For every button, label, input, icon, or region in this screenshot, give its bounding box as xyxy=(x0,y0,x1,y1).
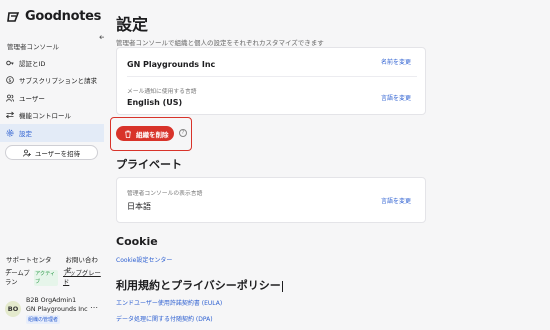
page-subtitle: 管理者コンソールで組織と個人の設定をそれぞれカスタマイズできます xyxy=(116,39,324,47)
svg-text:$: $ xyxy=(8,78,11,84)
page-title: 設定 xyxy=(116,15,149,34)
key-icon xyxy=(6,59,14,67)
email-lang-value: English (US) xyxy=(127,98,183,107)
terms-heading-text: 利用規約とプライバシーポリシー xyxy=(116,279,281,292)
sidebar-item-subscription[interactable]: $ サブスクリプションと請求 xyxy=(0,72,104,90)
change-email-lang-link[interactable]: 言語を変更 xyxy=(381,93,411,102)
more-options-icon[interactable]: ⋯ xyxy=(90,303,98,312)
delete-org-button[interactable]: 組織を削除 xyxy=(116,126,174,141)
avatar: BO xyxy=(5,301,21,317)
divider xyxy=(127,76,417,77)
upgrade-link[interactable]: アップグレード xyxy=(63,269,101,287)
sidebar-nav: 認証とID $ サブスクリプションと請求 ユーザー 機能コントロール 設定 xyxy=(0,54,104,142)
cookie-heading: Cookie xyxy=(116,235,158,248)
terms-heading: 利用規約とプライバシーポリシー xyxy=(116,277,283,293)
sidebar: Goodnotes ← 管理者コンソール 認証とID $ サブスクリプションと請… xyxy=(0,0,107,330)
plan-status-badge: アクティブ xyxy=(34,270,58,286)
plan-info: チームプラン アクティブ アップグレード xyxy=(0,268,104,290)
sidebar-item-settings[interactable]: 設定 xyxy=(0,124,104,142)
sidebar-item-users[interactable]: ユーザー xyxy=(0,89,104,107)
sidebar-item-label: サブスクリプションと請求 xyxy=(19,77,97,86)
user-org: GN Playgrounds Inc xyxy=(26,306,88,313)
plan-name: チームプラン xyxy=(5,270,30,286)
eula-link[interactable]: エンドユーザー使用許諾契約書 (EULA) xyxy=(116,298,222,307)
delete-org-label: 組織を削除 xyxy=(136,130,169,139)
add-user-icon xyxy=(22,149,31,157)
admin-lang-value: 日本語 xyxy=(127,202,151,211)
main-content: 設定 管理者コンソールで組織と個人の設定をそれぞれカスタマイズできます GN P… xyxy=(104,0,550,330)
sidebar-item-label: 設定 xyxy=(19,129,32,138)
change-admin-lang-link[interactable]: 言語を変更 xyxy=(381,196,411,205)
toggle-icon xyxy=(6,111,14,119)
cookie-settings-link[interactable]: Cookie設定センター xyxy=(116,255,172,264)
private-settings-card: 管理者コンソールの表示言語 日本語 言語を変更 xyxy=(116,177,426,223)
invite-user-button[interactable]: ユーザーを招待 xyxy=(5,145,98,160)
admin-lang-label: 管理者コンソールの表示言語 xyxy=(127,191,203,197)
brand-logo[interactable]: Goodnotes xyxy=(7,9,101,24)
trash-icon xyxy=(125,130,131,138)
users-icon xyxy=(6,94,14,102)
user-name: B2B OrgAdmin1 xyxy=(26,297,77,304)
org-name: GN Playgrounds Inc xyxy=(127,60,216,69)
delete-org-highlight: 組織を削除 ? xyxy=(110,117,192,151)
user-account[interactable]: BO B2B OrgAdmin1 GN Playgrounds Inc 組織の管… xyxy=(0,293,104,330)
gear-icon xyxy=(6,129,14,137)
email-lang-label: メール通知に使用する言語 xyxy=(127,89,197,95)
dollar-icon: $ xyxy=(6,76,14,84)
text-cursor xyxy=(281,280,283,292)
sidebar-section-label: 管理者コンソール xyxy=(7,43,59,51)
sidebar-item-label: ユーザー xyxy=(19,94,45,103)
goodnotes-logo-icon xyxy=(7,11,20,22)
sidebar-item-auth[interactable]: 認証とID xyxy=(0,54,104,72)
dpa-link[interactable]: データ処理に関する付随契約 (DPA) xyxy=(116,314,213,323)
private-heading: プライベート xyxy=(116,158,182,171)
invite-user-label: ユーザーを招待 xyxy=(34,149,81,158)
sidebar-item-label: 機能コントロール xyxy=(19,112,71,121)
brand-name: Goodnotes xyxy=(25,9,102,24)
user-role-badge: 組織の管理者 xyxy=(26,315,61,324)
sidebar-item-label: 認証とID xyxy=(19,59,46,68)
help-icon[interactable]: ? xyxy=(179,129,187,137)
sidebar-item-features[interactable]: 機能コントロール xyxy=(0,107,104,125)
org-settings-card: GN Playgrounds Inc 名前を変更 メール通知に使用する言語 En… xyxy=(116,47,426,115)
rename-link[interactable]: 名前を変更 xyxy=(381,57,411,66)
